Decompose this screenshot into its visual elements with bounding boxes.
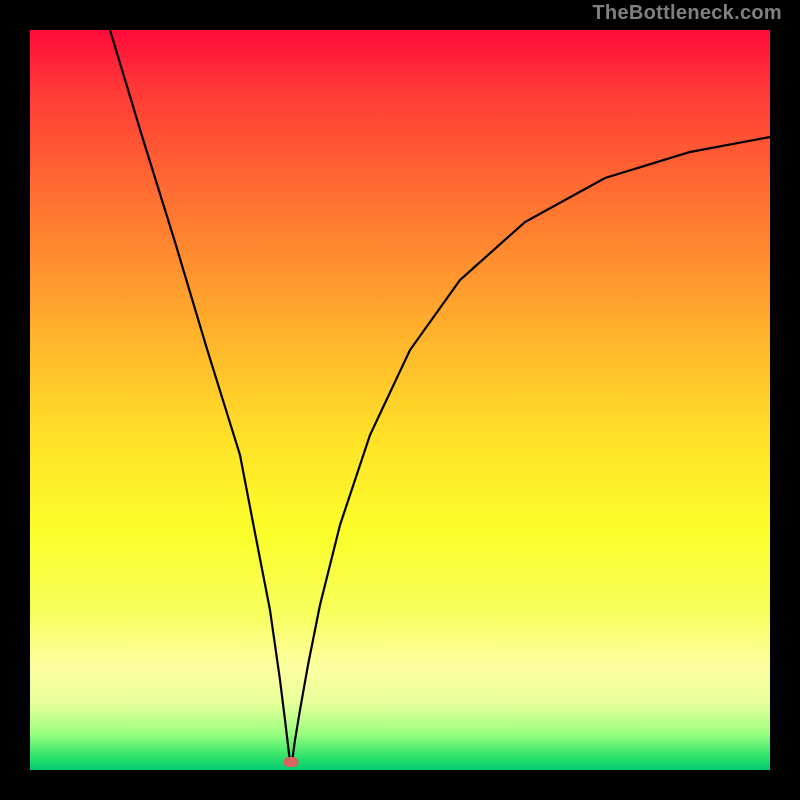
bottom-black-strip <box>30 770 770 786</box>
bottleneck-curve <box>30 30 770 770</box>
curve-right-branch <box>292 137 770 762</box>
curve-left-branch <box>110 30 290 762</box>
watermark-text: TheBottleneck.com <box>592 2 782 25</box>
optimum-marker <box>284 757 299 767</box>
chart-plot-area <box>30 30 770 770</box>
